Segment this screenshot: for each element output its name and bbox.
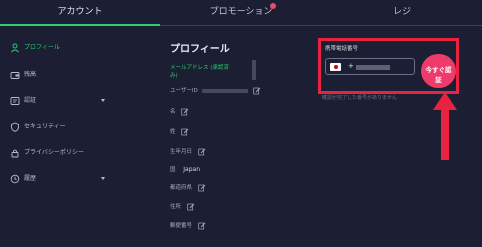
email-value-redacted [252, 60, 256, 80]
page-title: プロフィール [170, 44, 230, 55]
sidebar-item-label: 残高 [24, 71, 37, 78]
address-label: 住所 [170, 204, 182, 210]
sidebar-item-label: プロフィール [24, 44, 60, 51]
sidebar-item-profile[interactable]: プロフィール [10, 40, 150, 56]
phone-number-input[interactable]: + [325, 58, 415, 75]
zip-label: 郵便番号 [170, 223, 193, 229]
wallet-icon [10, 72, 20, 79]
chevron-down-icon [101, 177, 105, 180]
email-verified-status: (承認済 [210, 65, 229, 71]
arrow-up-icon [433, 92, 457, 160]
last-name-label: 姓 [170, 129, 176, 135]
phone-number-redacted [356, 65, 390, 70]
sidebar-item-privacy-policy[interactable]: プライバシーポリシー [10, 145, 150, 161]
shield-icon [11, 122, 19, 132]
country-field: 国 Japan [170, 165, 200, 173]
phone-status-text: 確認が完了した番号がありません [322, 95, 397, 101]
profile-section: プロフィール メールアドレス (承認済 み) ユーザーID 名 姓 生年月日 国… [170, 26, 318, 247]
user-id-field: ユーザーID [170, 86, 261, 95]
edit-icon[interactable] [198, 184, 206, 192]
sidebar-item-label: 履歴 [24, 175, 37, 182]
dob-label: 生年月日 [170, 149, 193, 155]
first-name-label: 名 [170, 109, 176, 115]
date-of-birth-field: 生年月日 [170, 147, 206, 156]
zip-code-field: 郵便番号 [170, 221, 206, 230]
edit-icon[interactable] [198, 148, 206, 156]
email-field: メールアドレス (承認済 み) [170, 64, 229, 80]
user-icon [11, 43, 19, 53]
japan-flag-icon[interactable] [330, 63, 341, 71]
sidebar-item-verification[interactable]: 認証 [10, 93, 150, 109]
email-verified-status-cont: み) [170, 73, 178, 79]
sidebar-item-label: 認証 [24, 97, 37, 104]
prefecture-field: 都道府県 [170, 183, 206, 192]
email-label: メールアドレス [170, 65, 209, 71]
tab-cashier[interactable]: レジ [322, 0, 482, 26]
last-name-field: 姓 [170, 127, 189, 136]
user-id-redacted [201, 88, 248, 93]
phone-verification-box: 携帯電話番号 + 今すぐ認 証 [318, 38, 459, 94]
edit-icon[interactable] [181, 108, 189, 116]
edit-icon[interactable] [198, 222, 206, 230]
sidebar-item-label: プライバシーポリシー [24, 149, 84, 156]
first-name-field: 名 [170, 107, 189, 116]
phone-prefix: + [348, 62, 354, 70]
sidebar: プロフィール 残高 認証 セキュリティー プライバシーポリシー 履歴 [0, 26, 160, 247]
tab-account[interactable]: アカウント [0, 0, 160, 26]
verify-icon [10, 97, 20, 105]
chevron-down-icon [101, 99, 105, 102]
phone-label: 携帯電話番号 [325, 46, 359, 52]
sidebar-item-security[interactable]: セキュリティー [10, 119, 150, 135]
edit-icon[interactable] [187, 203, 195, 211]
verify-button-label-cont: 証 [435, 75, 442, 84]
address-field: 住所 [170, 202, 195, 211]
tab-promotion[interactable]: プロモーション [160, 0, 322, 26]
verify-button-label: 今すぐ認 [425, 65, 452, 74]
verify-now-button[interactable]: 今すぐ認 証 [421, 54, 456, 88]
sidebar-item-label: セキュリティー [24, 123, 66, 130]
lock-icon [11, 149, 19, 158]
top-tabs: アカウント プロモーション レジ [0, 0, 482, 26]
country-label: 国 [170, 167, 176, 173]
sidebar-item-history[interactable]: 履歴 [10, 171, 150, 187]
country-value: Japan [183, 166, 200, 173]
edit-icon[interactable] [253, 87, 261, 95]
prefecture-label: 都道府県 [170, 185, 193, 191]
history-icon [10, 174, 20, 184]
sidebar-item-balance[interactable]: 残高 [10, 67, 150, 83]
notification-dot [270, 3, 276, 9]
user-id-label: ユーザーID [170, 88, 198, 94]
edit-icon[interactable] [181, 128, 189, 136]
